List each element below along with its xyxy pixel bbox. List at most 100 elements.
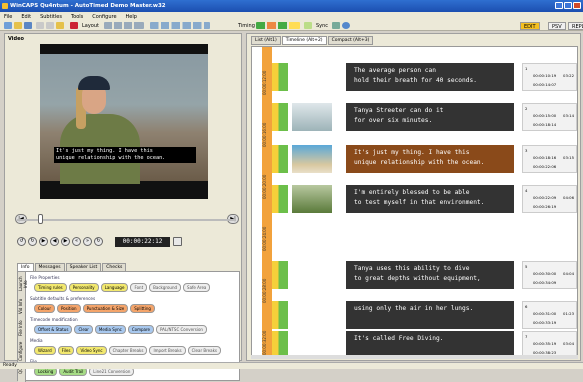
timing-marker[interactable]: [272, 261, 288, 289]
chip-button[interactable]: Video Sync: [76, 346, 107, 355]
subtitle-line: The average person can: [354, 67, 436, 74]
menu-configure[interactable]: Configure: [92, 14, 116, 20]
chip-button[interactable]: Safe Area: [183, 283, 211, 292]
info-icon[interactable]: [342, 22, 350, 29]
chip-button[interactable]: Splitting: [130, 304, 155, 313]
chip-button[interactable]: PAL/NTSC Conversion: [156, 325, 207, 334]
subtitle-row[interactable]: It's just my thing. I have this unique re…: [252, 145, 579, 173]
seek-thumb[interactable]: [38, 214, 43, 224]
timecode-options-button[interactable]: [173, 237, 182, 246]
record-icon[interactable]: [70, 22, 78, 29]
subtitle-text-box[interactable]: Tanya Streeter can do it for over six min…: [346, 103, 514, 131]
subtitle-meta: 5 00:00:30:00 00:00:34:09 04:04: [522, 261, 577, 289]
timing-icons[interactable]: [256, 22, 300, 29]
timing-marker[interactable]: [272, 301, 288, 329]
chip-button[interactable]: Timing rules: [34, 283, 67, 292]
frame-back-button[interactable]: ◀: [50, 237, 59, 246]
vtab-vid-info[interactable]: Vid Info: [18, 296, 26, 316]
chip-button[interactable]: Wizard: [34, 346, 56, 355]
section-chips: Colour Position Punctuation & Size Splittin…: [34, 304, 155, 313]
step-back-button[interactable]: «: [72, 237, 81, 246]
vtab-file-info[interactable]: File Info: [18, 318, 26, 338]
loop-button[interactable]: ↻: [28, 237, 37, 246]
subtitle-text-box[interactable]: I'm entirely blessed to be able to test m…: [346, 185, 514, 213]
cut-icon[interactable]: [36, 22, 44, 29]
mode-psv[interactable]: PSV: [548, 22, 566, 30]
chip-button[interactable]: Import Breaks: [149, 346, 186, 355]
subtitle-text-box[interactable]: Tanya uses this ability to dive to great …: [346, 261, 514, 289]
save-icon[interactable]: [24, 22, 32, 29]
chip-button[interactable]: Font: [130, 283, 148, 292]
timing-label[interactable]: Timing: [238, 23, 255, 29]
chip-button[interactable]: Position: [56, 304, 81, 313]
meta-n: 7: [525, 334, 528, 339]
chip-button[interactable]: Offset & Status: [34, 325, 73, 334]
meta-end: 00:00:14:07: [533, 82, 557, 87]
horizontal-scrollbar[interactable]: [251, 355, 578, 359]
meta-end: 00:00:34:09: [533, 280, 557, 285]
marker-icon[interactable]: [304, 22, 312, 29]
tab-timeline[interactable]: Timeline (Alt+2): [281, 36, 327, 45]
meta-dur: 04:04: [563, 271, 574, 276]
menu-file[interactable]: File: [4, 14, 12, 20]
vtab-launch-info[interactable]: Launch Info: [18, 274, 28, 294]
chip-button[interactable]: Chapter Breaks: [108, 346, 148, 355]
open-icon[interactable]: [14, 22, 22, 29]
chip-button[interactable]: Colour: [34, 304, 55, 313]
subtitle-row[interactable]: I'm entirely blessed to be able to test m…: [252, 185, 579, 213]
timeline-track[interactable]: 00:00:12:00 00:00:16:00 00:00:20:00 00:00:2…: [251, 46, 579, 359]
menu-edit[interactable]: Edit: [21, 14, 31, 20]
layout-icons[interactable]: [104, 22, 144, 29]
rewind-button[interactable]: ↺: [17, 237, 26, 246]
menu-help[interactable]: Help: [126, 14, 137, 20]
chip-button[interactable]: Punctuation & Size: [82, 304, 129, 313]
video-subtitle-line-2: unique relationship with the ocean.: [56, 155, 166, 161]
step-fwd-button[interactable]: »: [83, 237, 92, 246]
subtitle-row[interactable]: Tanya uses this ability to dive to great …: [252, 261, 579, 289]
play-button[interactable]: ▶: [39, 237, 48, 246]
chip-button[interactable]: Media Sync: [94, 325, 126, 334]
timing-marker[interactable]: [272, 63, 288, 91]
timing-marker[interactable]: [272, 185, 288, 213]
chip-button[interactable]: Background: [149, 283, 182, 292]
subtitle-text-box[interactable]: It's just my thing. I have this unique re…: [346, 145, 514, 173]
subtitle-text-box[interactable]: using only the air in her lungs.: [346, 301, 514, 329]
timing-marker[interactable]: [272, 145, 288, 173]
timing-marker[interactable]: [272, 103, 288, 131]
section-title: Media: [30, 338, 43, 343]
chip-button[interactable]: Files: [57, 346, 75, 355]
menu-subtitles[interactable]: Subtitles: [40, 14, 62, 20]
meta-n: 1: [525, 66, 528, 71]
copy-icon[interactable]: [46, 22, 54, 29]
sync-label[interactable]: Sync: [316, 23, 328, 29]
mode-replay[interactable]: REPLAY: [568, 22, 583, 30]
subtitle-row[interactable]: The average person can hold their breath …: [252, 63, 579, 91]
sync-icon[interactable]: [332, 22, 340, 29]
tab-compact[interactable]: Compact (Alt+3): [327, 36, 374, 45]
close-button[interactable]: [573, 2, 581, 9]
menu-tools[interactable]: Tools: [71, 14, 83, 20]
maximize-button[interactable]: [564, 2, 572, 9]
chip-button[interactable]: Language: [100, 283, 129, 292]
meta-dur: 03:04: [563, 341, 574, 346]
subtitle-text-box[interactable]: The average person can hold their breath …: [346, 63, 514, 91]
paste-icon[interactable]: [56, 22, 64, 29]
tab-list[interactable]: List (Alt1): [251, 36, 281, 45]
new-icon[interactable]: [4, 22, 12, 29]
view-icons[interactable]: [150, 22, 210, 29]
video-player[interactable]: It's just my thing. I have this unique r…: [40, 44, 208, 199]
minimize-button[interactable]: [555, 2, 563, 9]
vtab-configure[interactable]: Configure: [18, 340, 26, 362]
mode-edit[interactable]: EDIT: [520, 22, 540, 30]
seek-bar[interactable]: [17, 219, 235, 221]
meta-dur: 03:14: [563, 113, 574, 118]
subtitle-row[interactable]: using only the air in her lungs. 6 00:00:3…: [252, 301, 579, 329]
layout-label[interactable]: Layout: [82, 23, 99, 29]
chip-button[interactable]: Personality: [68, 283, 99, 292]
frame-fwd-button[interactable]: ▶: [61, 237, 70, 246]
chip-button[interactable]: Clear: [74, 325, 93, 334]
subtitle-row[interactable]: Tanya Streeter can do it for over six min…: [252, 103, 579, 131]
mark-button[interactable]: ↻: [94, 237, 103, 246]
chip-button[interactable]: Compare: [127, 325, 154, 334]
chip-button[interactable]: Clear Breaks: [187, 346, 221, 355]
